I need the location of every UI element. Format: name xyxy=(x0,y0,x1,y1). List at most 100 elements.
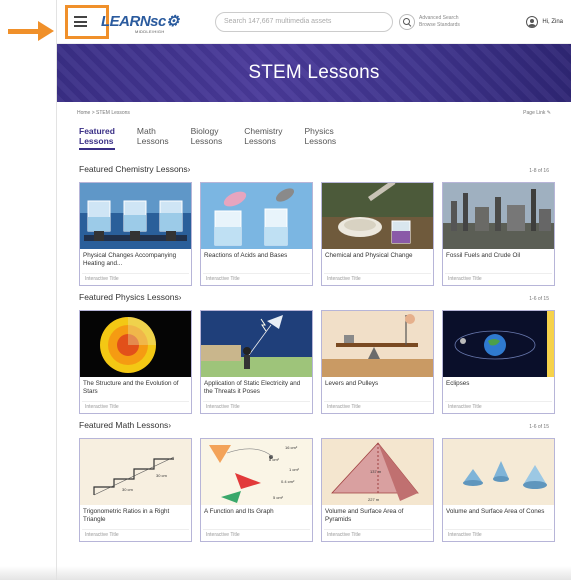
tab-label-line1: Featured xyxy=(79,126,115,136)
lesson-card[interactable]: The Structure and the Evolution of Stars… xyxy=(79,310,192,414)
lesson-title: Physical Changes Accompanying Heating an… xyxy=(83,252,177,267)
lesson-title: Trigonometric Ratios in a Right Triangle xyxy=(83,508,170,523)
lesson-type: Interactive Title xyxy=(445,529,552,538)
lesson-title: Chemical and Physical Change xyxy=(325,252,413,259)
breadcrumb: Home > STEM Lessons Page Link ✎ xyxy=(57,102,571,124)
lesson-card[interactable]: Levers and Pulleys Interactive Title xyxy=(321,310,434,414)
chevron-right-icon: › xyxy=(187,165,191,174)
lesson-tabs: Featured Lessons Math Lessons Biology Lesso… xyxy=(57,126,571,158)
lesson-thumbnail xyxy=(201,183,312,249)
lesson-title: Reactions of Acids and Bases xyxy=(204,252,288,259)
tab-label-line1: Chemistry xyxy=(244,126,283,136)
function-label-2: 8 cm² xyxy=(269,457,280,462)
lesson-thumbnail xyxy=(443,439,554,505)
page-link[interactable]: Page Link ✎ xyxy=(523,110,551,116)
chevron-right-icon: › xyxy=(178,293,182,302)
chemistry-section: Featured Chemistry Lessons › 1-8 of 16 Ph… xyxy=(57,164,571,286)
function-label-1: 16 cm² xyxy=(285,445,298,450)
stairs-label-2: 30 cm xyxy=(122,487,134,492)
tab-physics-lessons[interactable]: Physics Lessons xyxy=(305,126,337,146)
annotation-arrow xyxy=(8,20,56,42)
function-label-5: 5 cm² xyxy=(273,495,284,500)
tab-label-line2: Lessons xyxy=(136,136,169,146)
lesson-card[interactable]: 30 cm 30 cm Trigonometric Ratios in a Ri… xyxy=(79,438,192,542)
function-label-3: 1 cm² xyxy=(289,467,300,472)
tab-chemistry-lessons[interactable]: Chemistry Lessons xyxy=(244,126,282,146)
lesson-type: Interactive Title xyxy=(203,401,310,410)
lesson-title: The Structure and the Evolution of Stars xyxy=(83,380,179,395)
lesson-type: Interactive Title xyxy=(203,273,310,282)
lesson-title: A Function and Its Graph xyxy=(204,508,274,515)
lesson-title: Levers and Pulleys xyxy=(325,380,379,387)
user-menu[interactable]: Hi, Zina xyxy=(526,15,563,28)
section-count: 1-6 of 15 xyxy=(529,424,549,430)
pyramid-label-2: 227 m xyxy=(368,497,380,502)
lesson-type: Interactive Title xyxy=(324,273,431,282)
lesson-type: Interactive Title xyxy=(82,529,189,538)
stairs-label-1: 30 cm xyxy=(156,473,168,478)
browse-standards-link[interactable]: Browse Standards xyxy=(419,22,460,29)
tab-label-line1: Math xyxy=(136,126,156,136)
lesson-thumbnail: 30 cm 30 cm xyxy=(80,439,191,505)
site-logo[interactable]: LEARNsc⚙ MIDDLE/HIGH xyxy=(101,7,179,37)
lesson-card[interactable]: Volume and Surface Area of Cones Interac… xyxy=(442,438,555,542)
lesson-card[interactable]: 137 m 227 m Volume and Surface Area of P… xyxy=(321,438,434,542)
lesson-type: Interactive Title xyxy=(82,273,189,282)
page-title: STEM Lessons xyxy=(248,62,380,83)
function-label-4: 0.4 cm² xyxy=(281,479,295,484)
tab-biology-lessons[interactable]: Biology Lessons xyxy=(191,126,223,146)
search-placeholder: Search 147,667 multimedia assets xyxy=(224,18,332,25)
breadcrumb-path[interactable]: Home > STEM Lessons xyxy=(77,110,130,116)
lesson-title: Eclipses xyxy=(446,380,470,387)
lesson-type: Interactive Title xyxy=(82,401,189,410)
lesson-card[interactable]: Application of Static Electricity and th… xyxy=(200,310,313,414)
bottom-fade xyxy=(0,566,571,580)
physics-section: Featured Physics Lessons › 1-6 of 15 The … xyxy=(57,292,571,414)
lesson-thumbnail: 16 cm² 8 cm² 1 cm² 0.4 cm² 5 cm² xyxy=(201,439,312,505)
user-avatar-icon xyxy=(526,15,539,28)
lesson-card[interactable]: 16 cm² 8 cm² 1 cm² 0.4 cm² 5 cm² A Funct… xyxy=(200,438,313,542)
lesson-title: Fossil Fuels and Crude Oil xyxy=(446,252,521,259)
lesson-card[interactable]: Physical Changes Accompanying Heating an… xyxy=(79,182,192,286)
lesson-thumbnail xyxy=(201,311,312,377)
lesson-thumbnail xyxy=(80,183,191,249)
section-count: 1-8 of 16 xyxy=(529,168,549,174)
tab-label-line2: Lessons xyxy=(190,136,223,146)
lesson-thumbnail xyxy=(443,311,554,377)
tab-label-line2: Lessons xyxy=(79,136,114,146)
lesson-card[interactable]: Fossil Fuels and Crude Oil Interactive T… xyxy=(442,182,555,286)
tab-label-line1: Physics xyxy=(304,126,334,136)
hero-banner: STEM Lessons xyxy=(57,44,571,102)
lesson-type: Interactive Title xyxy=(324,401,431,410)
pyramid-label-1: 137 m xyxy=(370,469,382,474)
lesson-card[interactable]: Reactions of Acids and Bases Interactive… xyxy=(200,182,313,286)
lesson-card[interactable]: Chemical and Physical Change Interactive… xyxy=(321,182,434,286)
lesson-card[interactable]: Eclipses Interactive Title xyxy=(442,310,555,414)
search-button[interactable] xyxy=(399,13,415,30)
advanced-search-link[interactable]: Advanced Search xyxy=(419,15,460,22)
search-input[interactable]: Search 147,667 multimedia assets xyxy=(215,11,393,32)
top-bar: LEARNsc⚙ MIDDLE/HIGH Search 147,667 mult… xyxy=(57,0,571,44)
lesson-title: Volume and Surface Area of Cones xyxy=(446,508,545,515)
logo-wordmark: LEARNsc⚙ xyxy=(101,12,179,30)
tab-label-line2: Lessons xyxy=(304,136,337,146)
lesson-thumbnail xyxy=(80,311,191,377)
lesson-thumbnail xyxy=(322,311,433,377)
lesson-type: Interactive Title xyxy=(203,529,310,538)
section-title[interactable]: Featured Chemistry Lessons xyxy=(79,164,188,174)
lesson-type: Interactive Title xyxy=(445,401,552,410)
section-title[interactable]: Featured Math Lessons xyxy=(79,420,168,430)
tab-label-line1: Biology xyxy=(190,126,219,136)
lesson-type: Interactive Title xyxy=(445,273,552,282)
hamburger-icon xyxy=(74,16,87,27)
lesson-thumbnail: 137 m 227 m xyxy=(322,439,433,505)
section-title[interactable]: Featured Physics Lessons xyxy=(79,292,179,302)
math-section: Featured Math Lessons › 1-6 of 15 30 cm 3… xyxy=(57,420,571,542)
tab-math-lessons[interactable]: Math Lessons xyxy=(137,126,169,146)
lesson-title: Volume and Surface Area of Pyramids xyxy=(325,508,404,523)
tab-label-line2: Lessons xyxy=(244,136,276,146)
lesson-thumbnail xyxy=(443,183,554,249)
section-count: 1-6 of 15 xyxy=(529,296,549,302)
lesson-thumbnail xyxy=(322,183,433,249)
tab-featured-lessons[interactable]: Featured Lessons xyxy=(79,126,115,150)
